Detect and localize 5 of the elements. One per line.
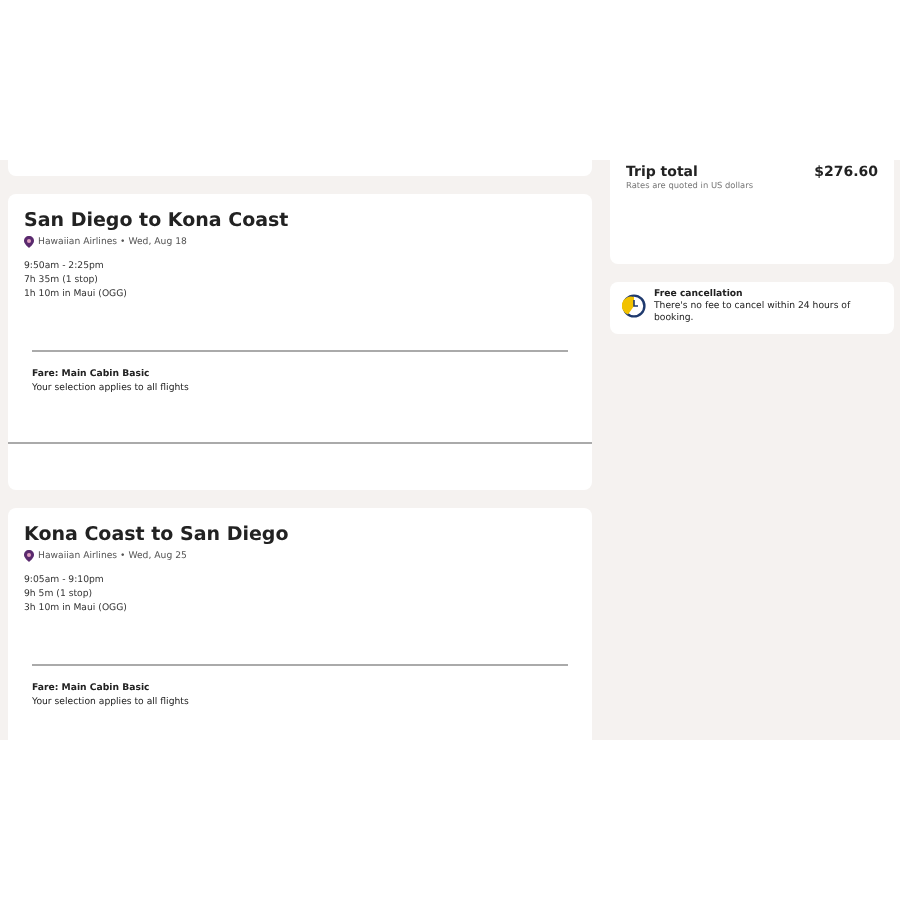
airline-logo-icon bbox=[24, 550, 34, 562]
clock-icon bbox=[622, 294, 646, 318]
airline-logo-icon bbox=[24, 236, 34, 248]
flight-title: Kona Coast to San Diego bbox=[24, 524, 291, 548]
flight-title: San Diego to Kona Coast bbox=[24, 210, 291, 234]
